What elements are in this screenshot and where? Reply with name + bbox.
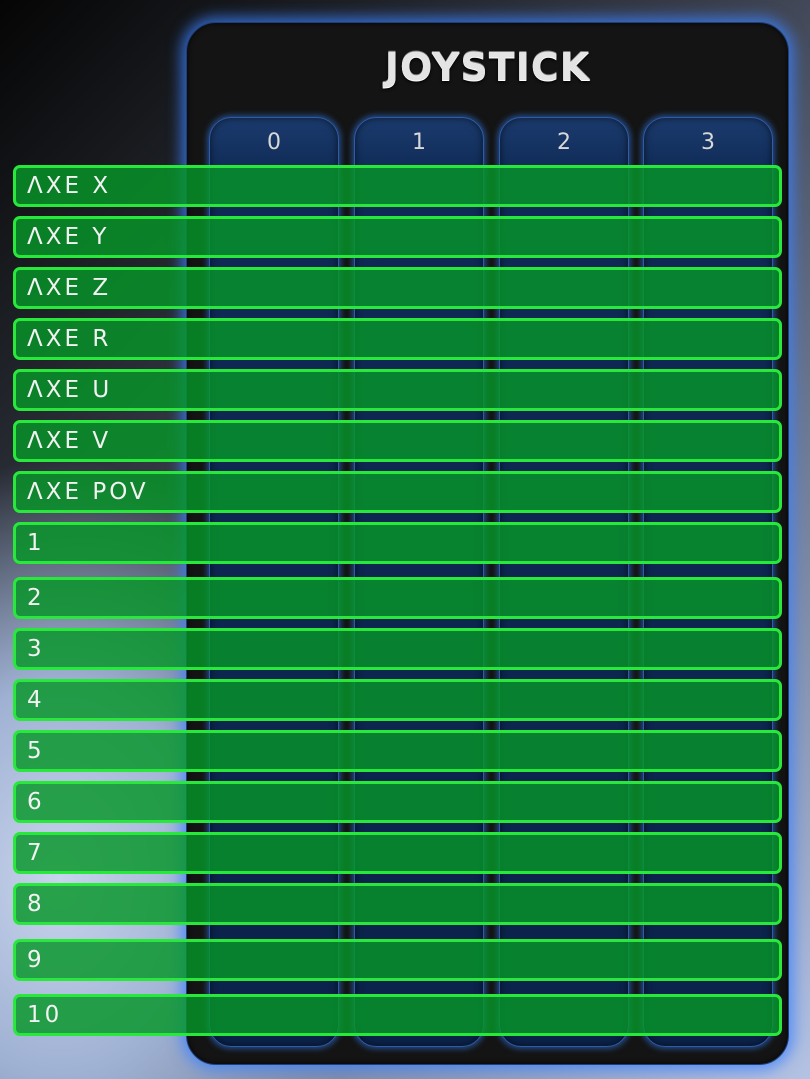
column-label-2: 2 [557,130,571,155]
column-label-3: 3 [701,130,715,155]
row-label: 8 [27,891,45,917]
row-axe-v[interactable]: ΛXE V [13,420,782,462]
row-label: 2 [27,585,45,611]
column-label-0: 0 [267,130,281,155]
row-label: ΛXE X [27,173,112,199]
row-label: 3 [27,636,45,662]
row-label: ΛXE U [27,377,113,403]
row-axe-u[interactable]: ΛXE U [13,369,782,411]
column-label-1: 1 [412,130,426,155]
row-button-8[interactable]: 8 [13,883,782,925]
row-button-4[interactable]: 4 [13,679,782,721]
row-label: 1 [27,530,45,556]
row-label: 10 [27,1002,63,1028]
row-label: 6 [27,789,45,815]
row-button-7[interactable]: 7 [13,832,782,874]
row-axe-z[interactable]: ΛXE Z [13,267,782,309]
row-button-3[interactable]: 3 [13,628,782,670]
row-label: ΛXE V [27,428,112,454]
row-label: 5 [27,738,45,764]
row-label: 4 [27,687,45,713]
row-axe-y[interactable]: ΛXE Y [13,216,782,258]
row-button-9[interactable]: 9 [13,939,782,981]
panel-title: JOYSTICK [384,45,591,89]
row-label: ΛXE R [27,326,112,352]
row-axe-r[interactable]: ΛXE R [13,318,782,360]
row-axe-pov[interactable]: ΛXE POV [13,471,782,513]
row-button-2[interactable]: 2 [13,577,782,619]
row-label: ΛXE POV [27,479,149,505]
row-label: ΛXE Z [27,275,112,301]
row-button-6[interactable]: 6 [13,781,782,823]
row-button-1[interactable]: 1 [13,522,782,564]
row-axe-x[interactable]: ΛXE X [13,165,782,207]
row-label: ΛXE Y [27,224,110,250]
row-button-5[interactable]: 5 [13,730,782,772]
row-label: 9 [27,947,45,973]
row-button-10[interactable]: 10 [13,994,782,1036]
row-label: 7 [27,840,45,866]
